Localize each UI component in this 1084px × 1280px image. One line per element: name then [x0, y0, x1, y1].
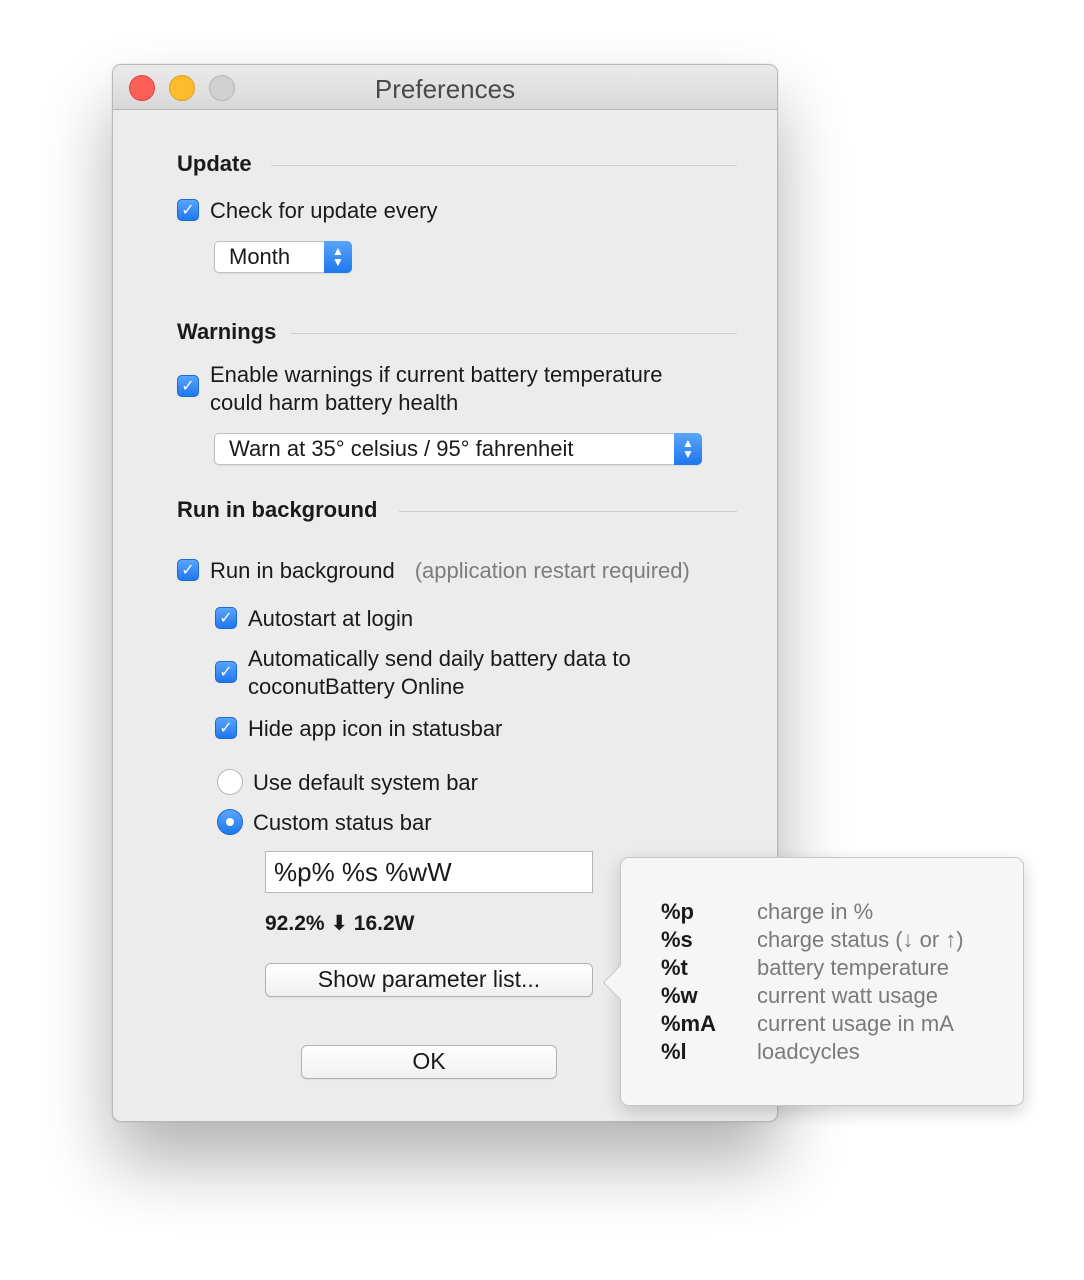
run-background-row[interactable]: ✓ Run in background (application restart… — [177, 557, 690, 585]
send-data-label-line1: Automatically send daily battery data to — [248, 646, 631, 671]
titlebar: Preferences — [113, 65, 777, 110]
chevron-updown-icon: ▲ ▼ — [324, 241, 352, 273]
hide-icon-label: Hide app icon in statusbar — [248, 716, 503, 741]
section-heading-warnings: Warnings — [177, 319, 277, 344]
param-desc: current usage in mA — [757, 1011, 954, 1036]
list-item: %t battery temperature — [661, 954, 964, 982]
enable-warnings-label-line2: could harm battery health — [210, 390, 459, 415]
update-interval-value: Month — [229, 244, 291, 269]
radio-custom-row[interactable]: Custom status bar — [217, 809, 432, 837]
ok-button[interactable]: OK — [301, 1045, 557, 1079]
checkmark-icon[interactable]: ✓ — [215, 607, 237, 629]
status-preview: 92.2% ⬇ 16.2W — [265, 912, 415, 935]
param-key: %t — [661, 955, 688, 980]
radio-custom-label: Custom status bar — [253, 810, 432, 835]
autostart-label: Autostart at login — [248, 606, 414, 631]
warning-threshold-select[interactable]: Warn at 35° celsius / 95° fahrenheit ▲ ▼ — [214, 433, 702, 465]
radio-default-label: Use default system bar — [253, 770, 478, 795]
chevron-updown-icon: ▲ ▼ — [674, 433, 702, 465]
checkmark-icon[interactable]: ✓ — [215, 661, 237, 683]
send-data-label-line2: coconutBattery Online — [248, 674, 465, 699]
section-divider — [291, 333, 737, 334]
param-key: %s — [661, 927, 693, 952]
show-parameter-list-button[interactable]: Show parameter list... — [265, 963, 593, 997]
update-interval-select[interactable]: Month ▲ ▼ — [214, 241, 352, 273]
checkmark-icon[interactable]: ✓ — [177, 375, 199, 397]
send-data-row[interactable]: ✓ Automatically send daily battery data … — [215, 645, 631, 701]
param-desc: charge in % — [757, 899, 874, 924]
enable-warnings-row[interactable]: ✓ Enable warnings if current battery tem… — [177, 361, 662, 417]
list-item: %l loadcycles — [661, 1038, 964, 1066]
list-item: %p charge in % — [661, 898, 964, 926]
radio-default-row[interactable]: Use default system bar — [217, 769, 478, 797]
section-divider — [399, 511, 737, 512]
section-heading-update: Update — [177, 151, 252, 176]
param-desc: battery temperature — [757, 955, 949, 980]
list-item: %w current watt usage — [661, 982, 964, 1010]
restart-note: (application restart required) — [414, 558, 690, 583]
checkmark-icon[interactable]: ✓ — [177, 199, 199, 221]
warning-threshold-value: Warn at 35° celsius / 95° fahrenheit — [229, 436, 574, 461]
section-heading-background: Run in background — [177, 497, 378, 522]
check-update-label: Check for update every — [210, 198, 438, 223]
checkmark-icon[interactable]: ✓ — [177, 559, 199, 581]
parameter-popover: %p charge in % %s charge status (↓ or ↑)… — [602, 857, 1024, 1106]
param-desc: current watt usage — [757, 983, 938, 1008]
autostart-row[interactable]: ✓ Autostart at login — [215, 605, 413, 633]
list-item: %s charge status (↓ or ↑) — [661, 926, 964, 954]
param-key: %p — [661, 899, 694, 924]
hide-icon-row[interactable]: ✓ Hide app icon in statusbar — [215, 715, 502, 743]
list-item: %mA current usage in mA — [661, 1010, 964, 1038]
parameter-list: %p charge in % %s charge status (↓ or ↑)… — [661, 898, 964, 1066]
param-desc: loadcycles — [757, 1039, 860, 1064]
radio-default-bar[interactable] — [217, 769, 243, 795]
check-update-row[interactable]: ✓ Check for update every — [177, 197, 437, 225]
param-desc: charge status (↓ or ↑) — [757, 927, 964, 952]
param-key: %mA — [661, 1011, 717, 1036]
window-title: Preferences — [374, 74, 516, 104]
param-key: %l — [661, 1039, 687, 1064]
param-key: %w — [661, 983, 698, 1008]
section-divider — [271, 165, 737, 166]
checkmark-icon[interactable]: ✓ — [215, 717, 237, 739]
enable-warnings-label-line1: Enable warnings if current battery tempe… — [210, 362, 663, 387]
status-format-input[interactable]: %p% %s %wW — [265, 851, 593, 893]
run-background-label: Run in background — [210, 558, 395, 583]
radio-custom-bar[interactable] — [217, 809, 243, 835]
